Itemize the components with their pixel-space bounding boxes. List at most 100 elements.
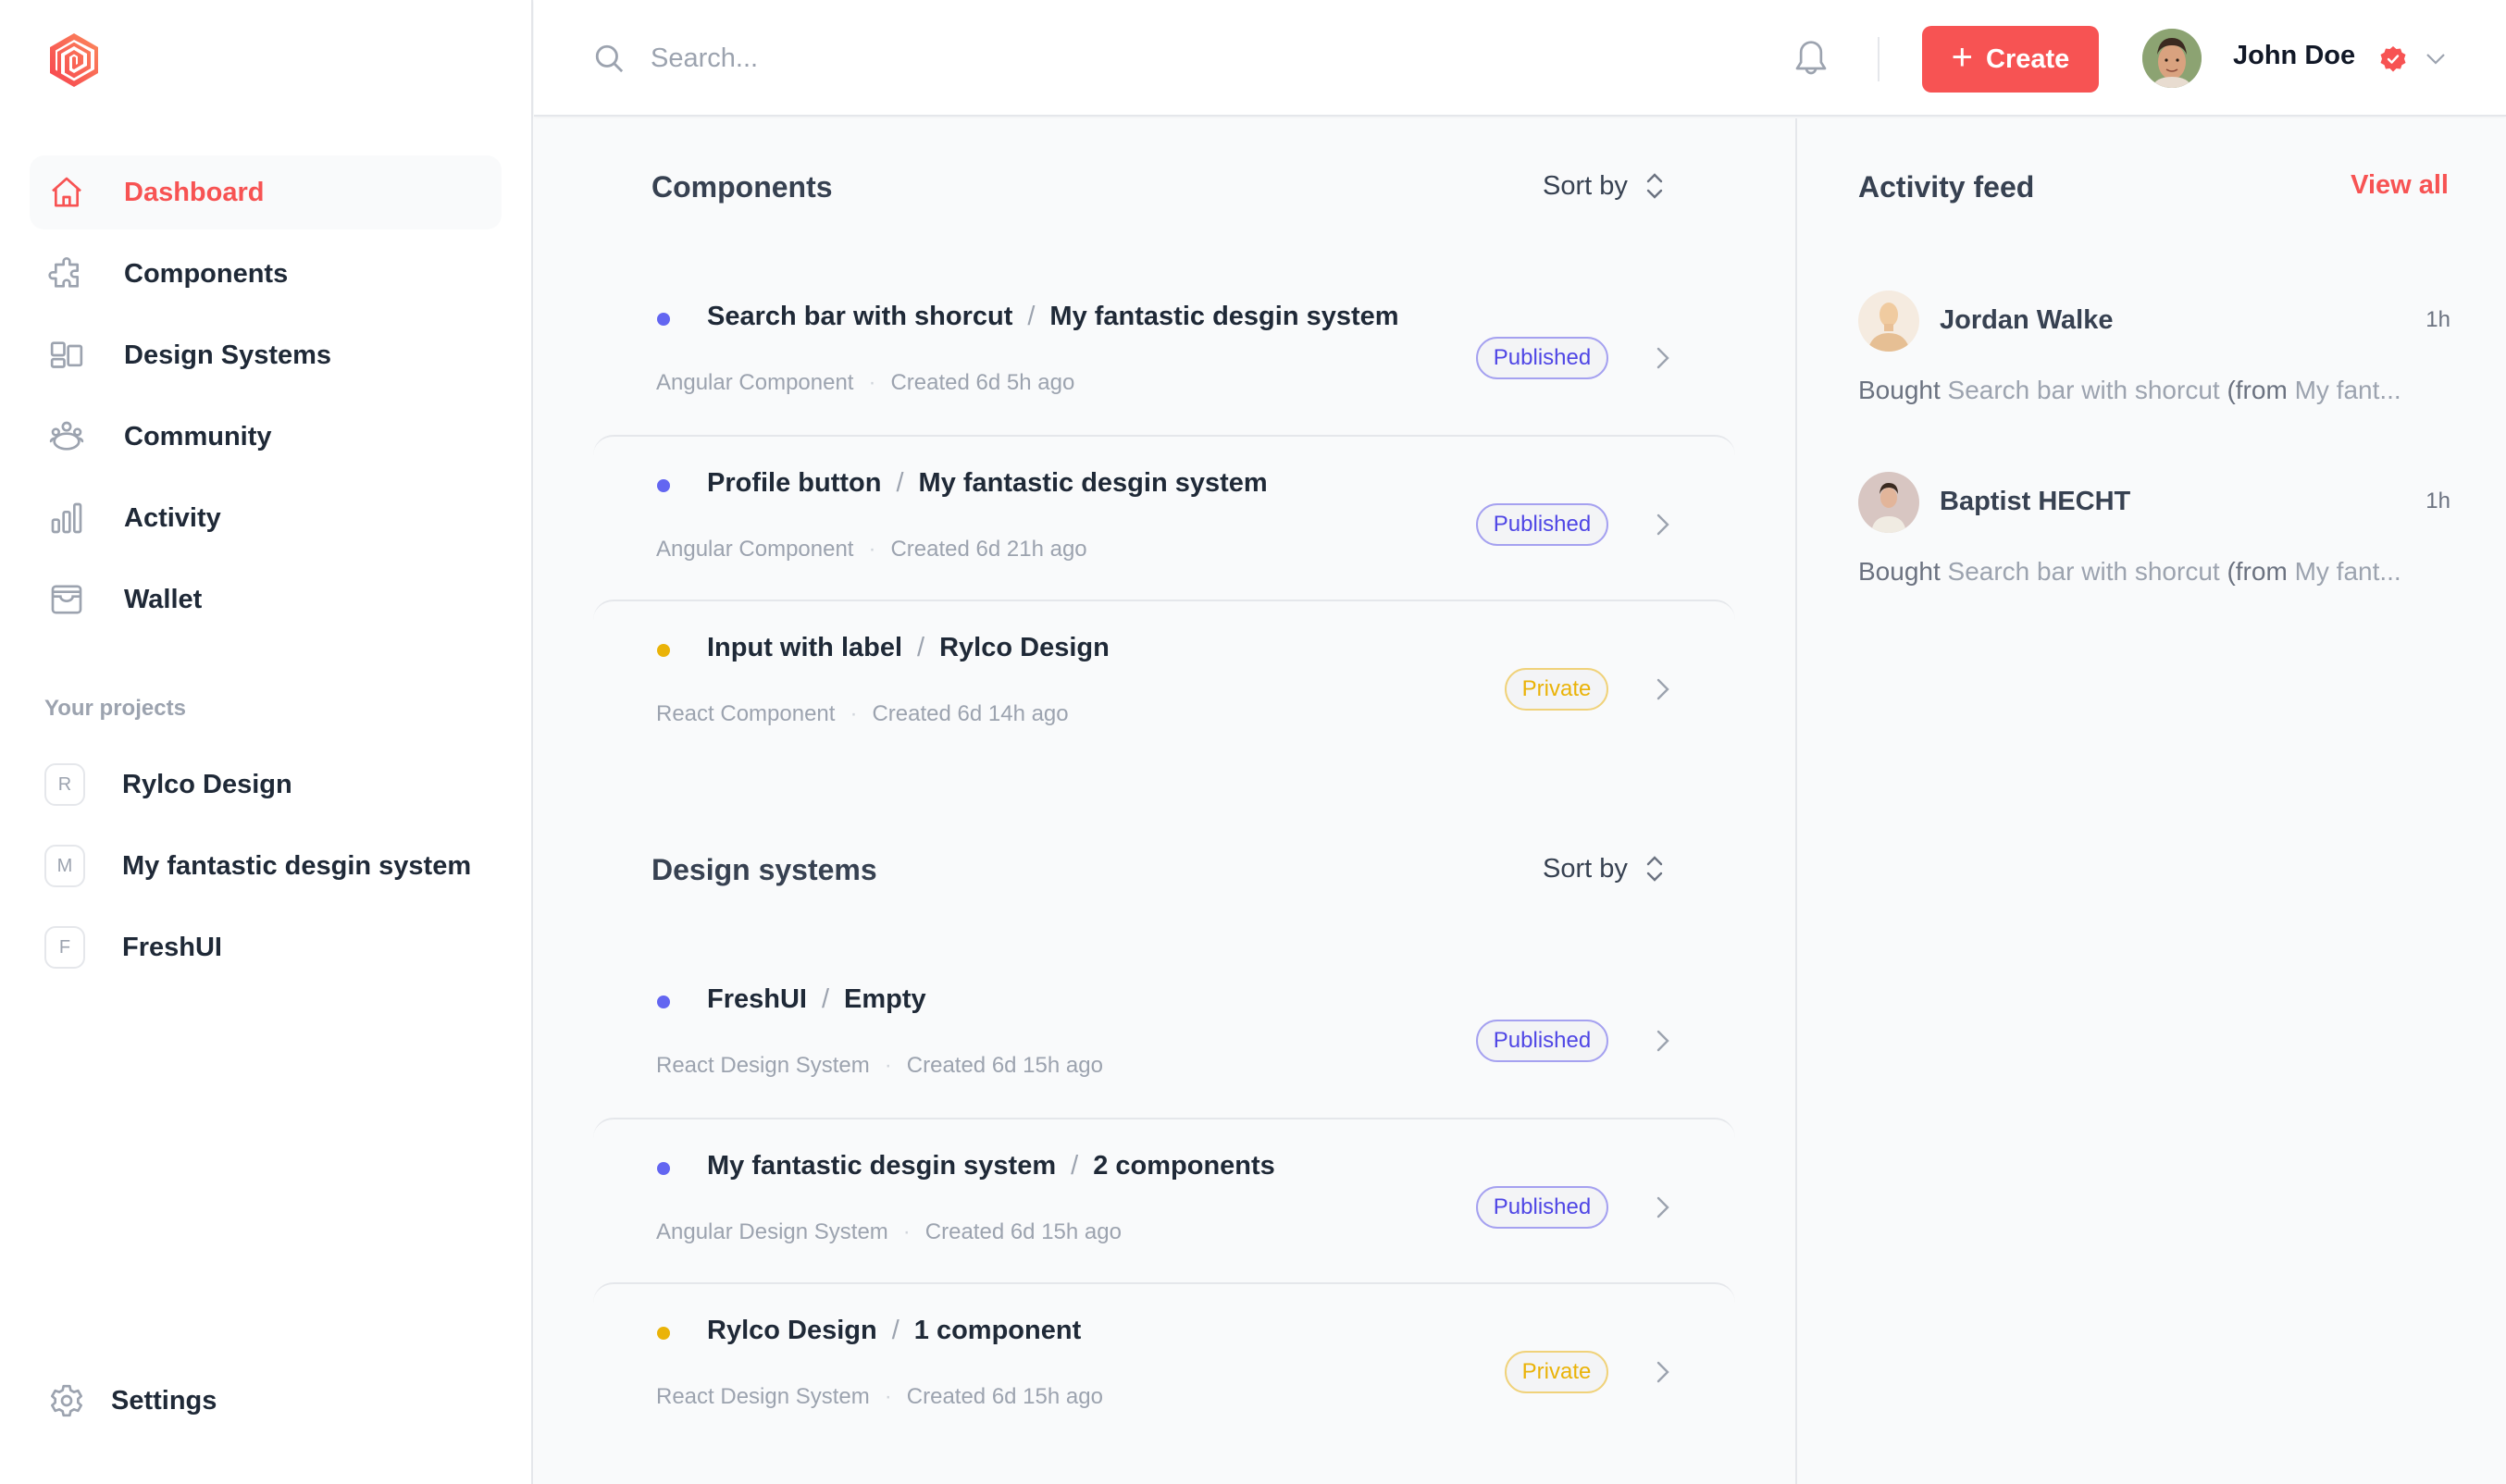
chevron-right-icon[interactable] (1656, 513, 1670, 537)
design-system-row[interactable]: Rylco Design / 1 component React Design Sy… (593, 1282, 1735, 1447)
search-input[interactable] (651, 33, 1483, 83)
sidebar: Dashboard Components Design Systems Comm… (0, 0, 533, 1484)
status-badge: Private (1505, 1351, 1608, 1393)
row-title: My fantastic desgin system / 2 components (707, 1151, 1275, 1181)
chevron-right-icon[interactable] (1656, 1195, 1670, 1219)
nav-item-wallet[interactable]: Wallet (30, 563, 502, 637)
component-row[interactable]: Input with label / Rylco Design React Comp… (593, 600, 1735, 764)
project-item[interactable]: F FreshUI (30, 910, 502, 984)
bell-icon[interactable] (1793, 39, 1830, 80)
item-created: Created 6d 5h ago (890, 370, 1075, 395)
item-name[interactable]: FreshUI (707, 984, 807, 1014)
feed-description: Bought Search bar with shorcut (from My … (1858, 557, 2450, 587)
chevron-right-icon[interactable] (1656, 1360, 1670, 1384)
row-title: Profile button / My fantastic desgin syste… (707, 468, 1268, 499)
nav-item-design-systems[interactable]: Design Systems (30, 318, 502, 392)
chevron-down-icon[interactable] (2424, 48, 2448, 68)
row-meta: Angular Component · Created 6d 21h ago (656, 537, 1087, 563)
item-parent[interactable]: Rylco Design (939, 633, 1110, 662)
chevron-right-icon[interactable] (1656, 346, 1670, 370)
top-header: + Create John Doe (534, 0, 2506, 117)
separator: / (1027, 302, 1036, 331)
sort-label: Sort by (1543, 853, 1628, 884)
create-button[interactable]: + Create (1922, 26, 2099, 93)
item-parent[interactable]: 2 components (1093, 1151, 1275, 1181)
item-name[interactable]: Rylco Design (707, 1316, 877, 1345)
main-content: Components Sort by Search bar with shorc… (534, 118, 1795, 1484)
feed-from-label: (from (2227, 557, 2288, 586)
row-meta: React Design System · Created 6d 15h ago (656, 1053, 1103, 1079)
project-label: FreshUI (122, 932, 222, 962)
components-section-title: Components (651, 170, 833, 204)
design-systems-section-title: Design systems (651, 853, 877, 886)
chevron-right-icon[interactable] (1656, 1029, 1670, 1053)
nav-label: Components (124, 258, 289, 289)
item-created: Created 6d 14h ago (872, 701, 1069, 726)
user-avatar[interactable] (2142, 29, 2202, 88)
row-meta: Angular Design System · Created 6d 15h ago (656, 1219, 1122, 1245)
feed-time: 1h (2425, 488, 2450, 513)
feed-from-link[interactable]: My fant... (2295, 376, 2401, 404)
design-system-row[interactable]: My fantastic desgin system/2 components … (593, 1118, 1735, 1282)
component-row[interactable]: Search bar with shorcut / My fantastic des… (593, 270, 1735, 435)
layout-icon (46, 335, 87, 376)
header-divider (1878, 37, 1880, 81)
user-name[interactable]: John Doe (2233, 41, 2355, 71)
separator: / (1071, 1151, 1079, 1181)
brand-logo-icon[interactable] (44, 31, 104, 89)
nav-label: Community (124, 421, 272, 451)
meta-dot: · (884, 1053, 892, 1078)
item-type: React Design System (656, 1384, 870, 1409)
nav-item-community[interactable]: Community (30, 400, 502, 474)
design-systems-sort-button[interactable]: Sort by (1543, 853, 1665, 884)
bar-chart-icon (46, 498, 87, 538)
nav-item-activity[interactable]: Activity (30, 481, 502, 555)
status-dot (657, 1162, 670, 1175)
item-parent[interactable]: My fantastic desgin system (1049, 302, 1398, 331)
feed-item-link[interactable]: Search bar with shorcut (1948, 376, 2220, 404)
design-system-row[interactable]: FreshUI / Empty React Design System · Create… (593, 953, 1735, 1118)
status-dot (657, 313, 670, 326)
status-badge: Published (1476, 1186, 1608, 1229)
components-list: Search bar with shorcut / My fantastic des… (593, 270, 1735, 764)
status-dot (657, 996, 670, 1008)
activity-feed-title: Activity feed (1858, 170, 2035, 204)
row-meta: Angular Component · Created 6d 5h ago (656, 370, 1074, 396)
components-sort-button[interactable]: Sort by (1543, 170, 1665, 202)
feed-user-name[interactable]: Baptist HECHT (1940, 487, 2130, 517)
item-type: Angular Design System (656, 1219, 888, 1244)
nav-item-settings[interactable]: Settings (46, 1380, 217, 1421)
item-name[interactable]: Input with label (707, 633, 902, 662)
item-parent[interactable]: 1 component (914, 1316, 1081, 1345)
item-name[interactable]: My fantastic desgin system (707, 1151, 1056, 1181)
item-parent[interactable]: My fantastic desgin system (919, 468, 1268, 498)
project-label: Rylco Design (122, 769, 292, 799)
feed-avatar (1858, 291, 1919, 352)
row-meta: React Design System · Created 6d 15h ago (656, 1384, 1103, 1410)
design-systems-list: FreshUI / Empty React Design System · Create… (593, 953, 1735, 1447)
row-title: FreshUI / Empty (707, 984, 926, 1015)
meta-dot: · (868, 370, 876, 395)
settings-label: Settings (111, 1385, 217, 1416)
item-created: Created 6d 15h ago (906, 1384, 1103, 1409)
item-name[interactable]: Search bar with shorcut (707, 302, 1012, 331)
chevron-right-icon[interactable] (1656, 677, 1670, 701)
users-icon (46, 416, 87, 457)
feed-item-link[interactable]: Search bar with shorcut (1948, 557, 2220, 586)
item-parent[interactable]: Empty (844, 984, 926, 1014)
view-all-link[interactable]: View all (2351, 170, 2449, 201)
component-row[interactable]: Profile button / My fantastic desgin syste… (593, 435, 1735, 600)
status-dot (657, 479, 670, 492)
feed-from-label: (from (2227, 376, 2288, 404)
status-badge: Private (1505, 668, 1608, 711)
feed-user-name[interactable]: Jordan Walke (1940, 305, 2113, 336)
item-name[interactable]: Profile button (707, 468, 881, 498)
feed-from-link[interactable]: My fant... (2295, 557, 2401, 586)
nav-item-dashboard[interactable]: Dashboard (30, 155, 502, 229)
project-item[interactable]: M My fantastic desgin system (30, 829, 502, 903)
separator: / (891, 1316, 899, 1345)
project-item[interactable]: R Rylco Design (30, 748, 502, 822)
status-badge: Published (1476, 503, 1608, 546)
nav-item-components[interactable]: Components (30, 237, 502, 311)
separator: / (896, 468, 904, 498)
